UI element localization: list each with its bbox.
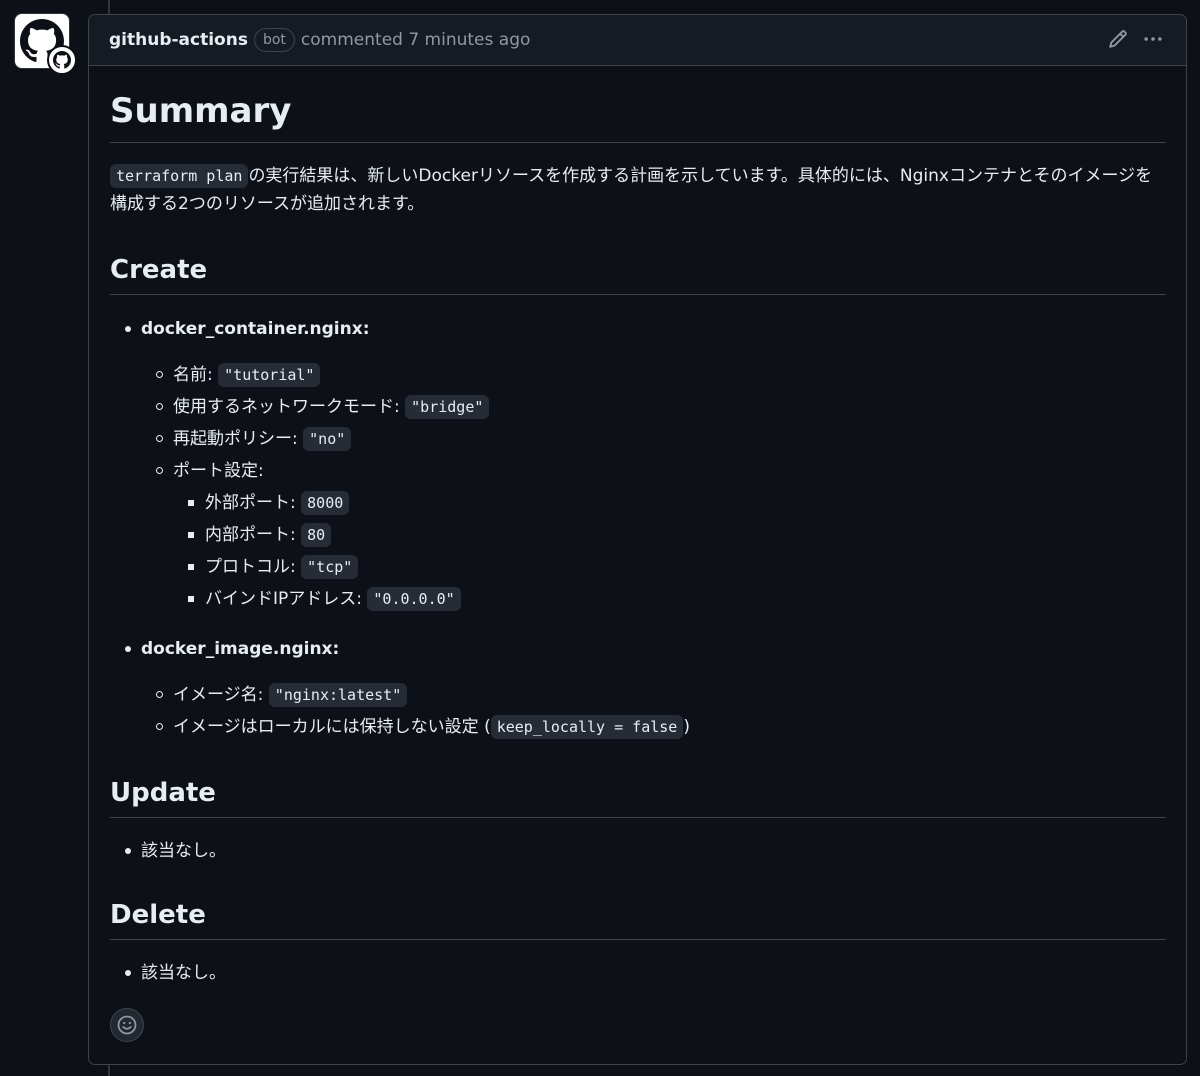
pencil-icon[interactable] (1108, 29, 1128, 49)
attr-value: "no" (303, 427, 352, 451)
delete-heading: Delete (110, 898, 1166, 940)
attr-label: イメージはローカルには保持しない設定 ( (173, 717, 491, 737)
image-attributes: イメージ名: "nginx:latest" イメージはローカルには保持しない設定… (110, 679, 1166, 743)
attr-label: 名前: (173, 365, 219, 385)
smiley-icon (117, 1015, 137, 1035)
comment-body: Summary terraform plan の実行結果は、新しいDockerリソ… (89, 66, 1186, 987)
github-mark-icon (53, 51, 71, 69)
kebab-horizontal-icon[interactable] (1142, 29, 1164, 49)
ports-list: 外部ポート: 8000 内部ポート: 80 プロトコル: "tcp" バインドI… (173, 487, 1166, 615)
github-app-badge (47, 45, 77, 75)
list-item: 使用するネットワークモード: "bridge" (110, 391, 1166, 423)
list-item: 外部ポート: 8000 (173, 487, 1166, 519)
attr-value: keep_locally = false (490, 715, 684, 739)
list-item: プロトコル: "tcp" (173, 551, 1166, 583)
comment-header: github-actions bot commented 7 minutes a… (89, 15, 1186, 66)
list-item: イメージはローカルには保持しない設定 (keep_locally = false… (110, 711, 1166, 743)
summary-text: の実行結果は、新しいDockerリソースを作成する計画を示しています。具体的には… (110, 166, 1153, 214)
list-item: 該当なし。 (110, 959, 1166, 987)
list-item: 内部ポート: 80 (173, 519, 1166, 551)
attr-value: "tcp" (301, 555, 359, 579)
comment-box: github-actions bot commented 7 minutes a… (88, 14, 1187, 1065)
list-item: 該当なし。 (110, 837, 1166, 865)
attr-label: 外部ポート: (205, 493, 302, 513)
attr-label: バインドIPアドレス: (205, 589, 368, 609)
attr-label: 使用するネットワークモード: (173, 397, 406, 417)
attr-label: 再起動ポリシー: (173, 429, 304, 449)
summary-heading: Summary (110, 66, 1166, 143)
attr-value: "0.0.0.0" (367, 587, 461, 611)
create-list: docker_container.nginx: 名前: "tutorial" 使… (110, 315, 1166, 743)
list-item: 再起動ポリシー: "no" (110, 423, 1166, 455)
update-heading: Update (110, 776, 1166, 818)
list-item: バインドIPアドレス: "0.0.0.0" (173, 583, 1166, 615)
list-item: ポート設定: 外部ポート: 8000 内部ポート: 80 プロトコル: "tcp… (110, 455, 1166, 615)
attr-value: "tutorial" (218, 363, 321, 387)
inline-code: terraform plan (110, 164, 249, 188)
resource-name: docker_container.nginx: (141, 319, 370, 339)
summary-paragraph: terraform plan の実行結果は、新しいDockerリソースを作成する計… (110, 162, 1166, 218)
add-reaction-button[interactable] (110, 1008, 144, 1042)
list-item: 名前: "tutorial" (110, 359, 1166, 391)
attr-suffix: ) (683, 717, 690, 737)
header-actions (1108, 29, 1164, 49)
attr-value: "nginx:latest" (268, 683, 408, 707)
attr-value: 80 (301, 523, 332, 547)
list-item: docker_container.nginx: 名前: "tutorial" 使… (110, 315, 1166, 615)
attr-label: プロトコル: (205, 557, 302, 577)
attr-label: 内部ポート: (205, 525, 302, 545)
list-item: イメージ名: "nginx:latest" (110, 679, 1166, 711)
container-attributes: 名前: "tutorial" 使用するネットワークモード: "bridge" 再… (110, 359, 1166, 615)
list-item: docker_image.nginx: イメージ名: "nginx:latest… (110, 635, 1166, 743)
delete-list: 該当なし。 (110, 959, 1166, 987)
create-heading: Create (110, 253, 1166, 295)
author-link[interactable]: github-actions (109, 30, 248, 50)
attr-label: イメージ名: (173, 685, 269, 705)
update-list: 該当なし。 (110, 837, 1166, 865)
attr-label: ポート設定: (173, 461, 264, 481)
bot-badge: bot (253, 28, 295, 52)
comment-timestamp[interactable]: commented 7 minutes ago (301, 30, 530, 50)
resource-name: docker_image.nginx: (141, 639, 340, 659)
attr-value: 8000 (301, 491, 350, 515)
attr-value: "bridge" (405, 395, 490, 419)
